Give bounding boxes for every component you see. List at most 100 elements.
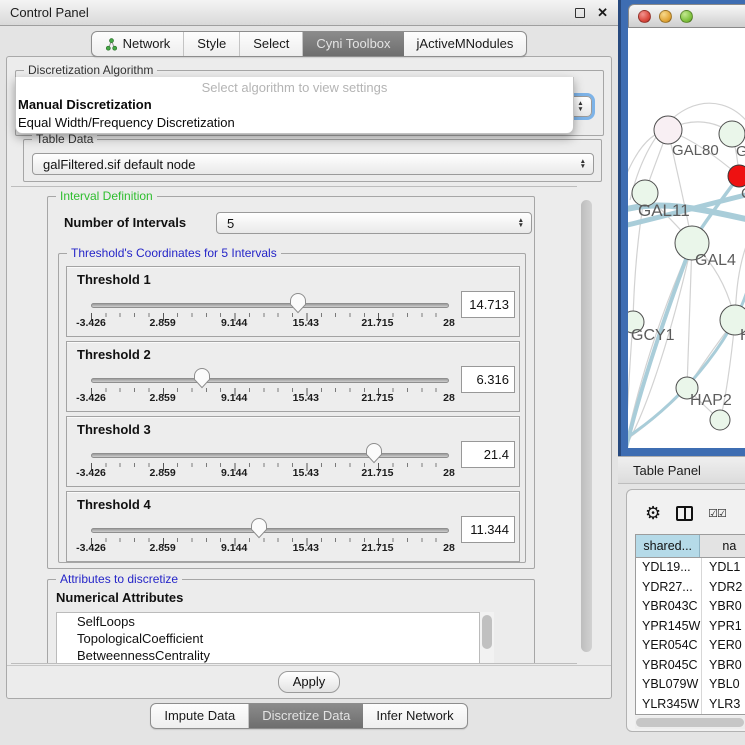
node-bottom xyxy=(710,410,730,430)
table-data-combobox[interactable]: galFiltered.sif default node ▲▼ xyxy=(32,153,594,175)
threshold-1-slider-thumb[interactable] xyxy=(289,293,307,314)
interval-definition-title: Interval Definition xyxy=(56,189,157,203)
threshold-3-slider[interactable] xyxy=(91,453,449,458)
attributes-group: Attributes to discretize Numerical Attri… xyxy=(47,579,535,664)
algorithm-option-equal-width[interactable]: Equal Width/Frequency Discretization xyxy=(16,114,573,132)
top-tabbar: Network Style Select Cyni Toolbox jActiv… xyxy=(0,31,618,57)
algorithm-dropdown-popup: Select algorithm to view settings Manual… xyxy=(15,77,574,134)
node-label-c-partial: C xyxy=(741,185,745,202)
table-row[interactable]: YBL079WYBL0 xyxy=(636,675,745,695)
settings-scrollbar[interactable] xyxy=(579,186,595,664)
threshold-3-box: Threshold 3 -3.426 2.859 9.144 xyxy=(66,416,520,487)
threshold-4-scale: -3.426 2.859 9.144 21.715 15.43 28 xyxy=(91,542,449,555)
threshold-2-slider[interactable] xyxy=(91,378,449,383)
tab-cyni-toolbox[interactable]: Cyni Toolbox xyxy=(303,32,403,56)
node-label-gal4: GAL4 xyxy=(695,252,736,269)
table-panel-header: Table Panel xyxy=(618,456,745,484)
tab-discretize-data[interactable]: Discretize Data xyxy=(249,704,363,728)
attributes-group-title: Attributes to discretize xyxy=(56,572,182,586)
node-label-g-partial: G xyxy=(736,143,745,160)
table-horizontal-scrollbar[interactable] xyxy=(635,716,745,729)
table-header-row: shared... na xyxy=(636,535,745,558)
table-panel-toolbar: ⚙ ☑☑ xyxy=(627,498,745,528)
algorithm-option-manual[interactable]: Manual Discretization xyxy=(16,96,573,114)
network-canvas[interactable]: GAL80 G C GAL11 GAL4 GCY1 H HAP2 xyxy=(628,28,745,448)
threshold-2-value-field[interactable]: 6.316 xyxy=(461,366,515,393)
zoom-traffic-light-icon[interactable] xyxy=(680,10,693,23)
num-intervals-value: 5 xyxy=(227,216,234,231)
network-view-window: GAL80 G C GAL11 GAL4 GCY1 H HAP2 xyxy=(618,0,745,456)
table-data-title: Table Data xyxy=(32,132,97,146)
table-panel-title: Table Panel xyxy=(633,463,701,478)
select-columns-icon[interactable]: ☑☑ xyxy=(708,507,726,520)
threshold-1-value-field[interactable]: 14.713 xyxy=(461,291,515,318)
close-traffic-light-icon[interactable] xyxy=(638,10,651,23)
tab-style[interactable]: Style xyxy=(184,32,240,56)
table-row[interactable]: YER054CYER0 xyxy=(636,636,745,656)
settings-scroll-viewport: Interval Definition Number of Intervals … xyxy=(11,186,577,664)
numerical-attributes-label: Numerical Attributes xyxy=(56,590,183,605)
split-pane-icon[interactable] xyxy=(676,506,693,521)
node-label-gal11: GAL11 xyxy=(638,201,690,220)
column-header-shared-name[interactable]: shared... xyxy=(636,535,700,557)
num-intervals-combobox[interactable]: 5 ▲▼ xyxy=(216,212,532,234)
bottom-tabbar: Impute Data Discretize Data Infer Networ… xyxy=(0,703,618,729)
node-label-gcy1: GCY1 xyxy=(631,327,675,344)
float-window-icon[interactable] xyxy=(575,8,585,18)
algorithm-hint: Select algorithm to view settings xyxy=(16,77,573,96)
threshold-1-box: Threshold 1 -3.426 2.859 9.144 xyxy=(66,266,520,337)
combo-stepper-icon: ▲▼ xyxy=(573,159,593,170)
table-data-group: Table Data galFiltered.sif default node … xyxy=(23,139,602,182)
discretization-algorithm-title: Discretization Algorithm xyxy=(24,63,157,77)
node-red-selected xyxy=(728,165,745,187)
network-icon xyxy=(105,38,118,51)
table-row[interactable]: YPR145WYPR1 xyxy=(636,617,745,637)
cyni-main-panel: Discretization Algorithm ▲▼ Select algor… xyxy=(6,56,612,699)
gear-icon[interactable]: ⚙ xyxy=(645,504,661,522)
table-row[interactable]: YDL19...YDL1 xyxy=(636,558,745,578)
threshold-4-slider-thumb[interactable] xyxy=(250,518,268,539)
threshold-1-slider[interactable] xyxy=(91,303,449,308)
tab-select[interactable]: Select xyxy=(240,32,303,56)
threshold-1-scale: -3.426 2.859 9.144 15.43 21.715 28 xyxy=(91,317,449,330)
table-row[interactable]: YIL052CYIL0 xyxy=(636,714,745,715)
tab-impute-data[interactable]: Impute Data xyxy=(151,704,249,728)
attributes-scrollbar[interactable] xyxy=(480,612,494,664)
node-label-h-partial: H xyxy=(740,327,745,344)
numerical-attributes-list: SelfLoops TopologicalCoefficient Between… xyxy=(56,612,480,664)
tab-infer-network[interactable]: Infer Network xyxy=(363,704,466,728)
threshold-coordinates-title: Threshold's Coordinates for 5 Intervals xyxy=(67,246,281,260)
node-attribute-table: shared... na YDL19...YDL1 YDR27...YDR2 Y… xyxy=(635,534,745,715)
tab-network-label: Network xyxy=(123,32,171,56)
network-window-titlebar[interactable] xyxy=(628,4,745,28)
combo-stepper-icon: ▲▼ xyxy=(511,218,531,229)
table-row[interactable]: YBR045CYBR0 xyxy=(636,656,745,676)
node-label-gal80: GAL80 xyxy=(672,142,719,159)
table-row[interactable]: YLR345WYLR3 xyxy=(636,695,745,715)
threshold-3-value-field[interactable]: 21.4 xyxy=(461,441,515,468)
table-row[interactable]: YDR27...YDR2 xyxy=(636,578,745,598)
threshold-2-box: Threshold 2 -3.426 2.859 9.144 xyxy=(66,341,520,412)
list-item[interactable]: TopologicalCoefficient xyxy=(57,630,479,647)
minimize-traffic-light-icon[interactable] xyxy=(659,10,672,23)
threshold-2-scale: -3.426 2.859 9.144 15.43 21.715 28 xyxy=(91,392,449,405)
tab-jactivemnodules[interactable]: jActiveMNodules xyxy=(404,32,527,56)
apply-row: Apply xyxy=(7,665,611,698)
threshold-2-slider-thumb[interactable] xyxy=(193,368,211,389)
table-panel: ⚙ ☑☑ shared... na YDL19...YDL1 YDR27...Y… xyxy=(626,489,745,732)
threshold-3-slider-thumb[interactable] xyxy=(365,443,383,464)
control-panel: Control Panel ✕ Network Style Select xyxy=(0,0,618,745)
list-item[interactable]: SelfLoops xyxy=(57,613,479,630)
panel-title: Control Panel xyxy=(10,5,89,20)
close-icon[interactable]: ✕ xyxy=(597,8,608,18)
threshold-4-value-field[interactable]: 11.344 xyxy=(461,516,515,543)
threshold-4-slider[interactable] xyxy=(91,528,449,533)
apply-button[interactable]: Apply xyxy=(278,671,341,693)
node-gal80 xyxy=(654,116,682,144)
threshold-4-box: Threshold 4 -3.426 2.859 9.144 xyxy=(66,491,520,562)
list-item[interactable]: BetweennessCentrality xyxy=(57,647,479,664)
table-row[interactable]: YBR043CYBR0 xyxy=(636,597,745,617)
num-intervals-label: Number of Intervals xyxy=(64,215,186,230)
column-header-name[interactable]: na xyxy=(700,535,745,557)
tab-network[interactable]: Network xyxy=(92,32,185,56)
